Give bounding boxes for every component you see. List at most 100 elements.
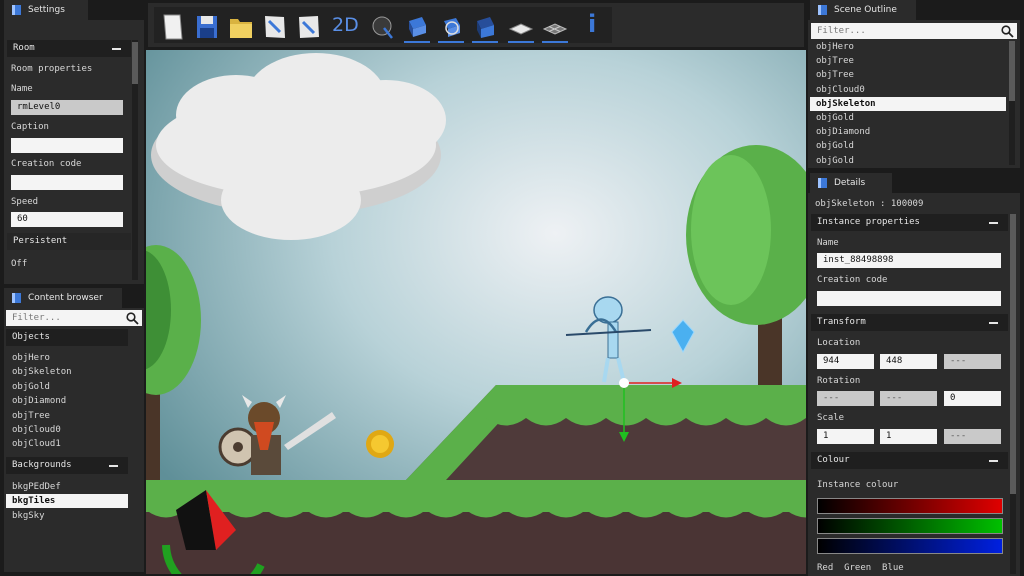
list-item[interactable]: objCloud0 bbox=[6, 423, 128, 437]
list-item[interactable]: bkgSky bbox=[6, 509, 128, 523]
instance-name-field[interactable]: inst_88498898 bbox=[817, 253, 1001, 268]
backgrounds-header[interactable]: Backgrounds bbox=[6, 457, 128, 474]
globe-cursor-icon[interactable] bbox=[370, 13, 396, 41]
scale-y-field[interactable]: 1 bbox=[880, 429, 937, 444]
blue-slider[interactable] bbox=[817, 538, 1003, 554]
move-tool-icon[interactable] bbox=[404, 13, 430, 41]
collapse-icon[interactable] bbox=[989, 322, 998, 324]
list-item[interactable]: objHero bbox=[810, 40, 1006, 54]
location-x-field[interactable]: 944 bbox=[817, 354, 874, 369]
rotation-x-field[interactable]: --- bbox=[817, 391, 874, 406]
shrink-arrow-icon[interactable] bbox=[262, 13, 288, 41]
list-item[interactable]: objSkeleton bbox=[6, 365, 128, 379]
rotation-y-field[interactable]: --- bbox=[880, 391, 937, 406]
move-tool-underline bbox=[404, 41, 430, 43]
panel-icon bbox=[12, 293, 21, 303]
instance-id: objSkeleton : 100009 bbox=[815, 199, 924, 209]
content-browser-panel: Filter... Objects objHero objSkeleton objG… bbox=[4, 308, 144, 572]
grid-wire-icon[interactable] bbox=[542, 13, 568, 41]
rotate-tool-icon[interactable] bbox=[438, 13, 464, 41]
scale-tool-underline bbox=[472, 41, 498, 43]
tab-settings[interactable]: Settings bbox=[4, 0, 88, 20]
creation-code-label: Creation code bbox=[11, 159, 82, 169]
list-item[interactable]: bkgPEdDef bbox=[6, 480, 128, 494]
collapse-icon[interactable] bbox=[989, 460, 998, 462]
scroll-thumb[interactable] bbox=[132, 42, 138, 84]
list-item[interactable]: objTree bbox=[810, 54, 1006, 68]
scale-z-field[interactable]: --- bbox=[944, 429, 1001, 444]
list-item[interactable]: objHero bbox=[6, 351, 128, 365]
details-scrollbar[interactable] bbox=[1010, 214, 1016, 574]
location-z-field[interactable]: --- bbox=[944, 354, 1001, 369]
settings-scrollbar[interactable] bbox=[132, 40, 138, 280]
collapse-icon[interactable] bbox=[989, 222, 998, 224]
speed-field[interactable]: 60 bbox=[11, 212, 123, 227]
name-label: Name bbox=[817, 238, 839, 248]
toolbar: 2D i bbox=[148, 3, 804, 47]
instance-colour-label: Instance colour bbox=[817, 480, 899, 490]
collapse-icon[interactable] bbox=[109, 465, 118, 467]
list-item[interactable]: objCloud0 bbox=[810, 83, 1006, 97]
list-item[interactable]: bkgTiles bbox=[6, 494, 128, 509]
grid-plane-icon[interactable] bbox=[508, 13, 534, 41]
content-browser-tabbar: Content browser bbox=[0, 288, 145, 308]
room-name-field[interactable]: rmLevel0 bbox=[11, 100, 123, 115]
creation-code-field[interactable] bbox=[11, 175, 123, 190]
list-item[interactable]: objGold bbox=[6, 380, 128, 394]
green-slider[interactable] bbox=[817, 518, 1003, 534]
tab-content-browser[interactable]: Content browser bbox=[4, 288, 122, 308]
instance-properties-header[interactable]: Instance properties bbox=[811, 214, 1008, 231]
location-label: Location bbox=[817, 338, 861, 348]
scale-x-field[interactable]: 1 bbox=[817, 429, 874, 444]
expand-arrow-icon[interactable] bbox=[296, 13, 322, 41]
persistent-value[interactable]: Off bbox=[11, 259, 27, 269]
scroll-thumb[interactable] bbox=[1009, 41, 1015, 101]
caption-field[interactable] bbox=[11, 138, 123, 153]
outline-scrollbar[interactable] bbox=[1009, 41, 1015, 165]
rotation-z-field[interactable]: 0 bbox=[944, 391, 1001, 406]
list-item[interactable]: objGold bbox=[810, 139, 1006, 153]
tab-scene-outline[interactable]: Scene Outline bbox=[810, 0, 916, 20]
scroll-thumb[interactable] bbox=[1010, 214, 1016, 494]
search-icon[interactable] bbox=[126, 312, 139, 325]
list-item[interactable]: objCloud1 bbox=[6, 437, 128, 451]
settings-tabbar: Settings bbox=[0, 0, 145, 20]
rotation-label: Rotation bbox=[817, 376, 861, 386]
instance-creation-code-field[interactable] bbox=[817, 291, 1001, 306]
viewport-scene bbox=[146, 50, 806, 574]
colour-header[interactable]: Colour bbox=[811, 452, 1008, 469]
scale-tool-icon[interactable] bbox=[472, 13, 498, 41]
speed-label: Speed bbox=[11, 197, 39, 207]
list-item[interactable]: objTree bbox=[810, 68, 1006, 82]
content-filter-input[interactable]: Filter... bbox=[6, 310, 142, 326]
scale-label: Scale bbox=[817, 413, 845, 423]
persistent-header: Persistent bbox=[7, 233, 131, 250]
list-item[interactable]: objGold bbox=[810, 154, 1006, 168]
list-item[interactable]: objDiamond bbox=[6, 394, 128, 408]
collapse-icon[interactable] bbox=[112, 48, 121, 50]
list-item[interactable]: objGold bbox=[810, 111, 1006, 125]
list-item[interactable]: objDiamond bbox=[810, 125, 1006, 139]
details-panel: objSkeleton : 100009 Instance properties… bbox=[808, 193, 1020, 576]
creation-code-label: Creation code bbox=[817, 275, 888, 285]
tab-details[interactable]: Details bbox=[810, 173, 892, 193]
room-viewport[interactable] bbox=[146, 50, 806, 574]
caption-label: Caption bbox=[11, 122, 49, 132]
details-tabbar: Details bbox=[808, 173, 1024, 193]
list-item[interactable]: objSkeleton bbox=[810, 96, 1006, 111]
info-icon[interactable]: i bbox=[588, 10, 596, 38]
2d-mode-button[interactable]: 2D bbox=[332, 14, 359, 36]
list-item[interactable]: objTree bbox=[6, 409, 128, 423]
open-folder-icon[interactable] bbox=[228, 13, 254, 41]
scene-outline-tabbar: Scene Outline bbox=[808, 0, 1024, 20]
transform-header[interactable]: Transform bbox=[811, 314, 1008, 331]
room-header[interactable]: Room bbox=[7, 40, 131, 57]
new-page-icon[interactable] bbox=[160, 13, 186, 41]
red-slider[interactable] bbox=[817, 498, 1003, 514]
save-disk-icon[interactable] bbox=[194, 13, 220, 41]
name-label: Name bbox=[11, 84, 33, 94]
search-icon[interactable] bbox=[1001, 25, 1014, 38]
grid-wire-underline bbox=[542, 41, 568, 43]
location-y-field[interactable]: 448 bbox=[880, 354, 937, 369]
outline-filter-input[interactable]: Filter... bbox=[811, 23, 1017, 39]
